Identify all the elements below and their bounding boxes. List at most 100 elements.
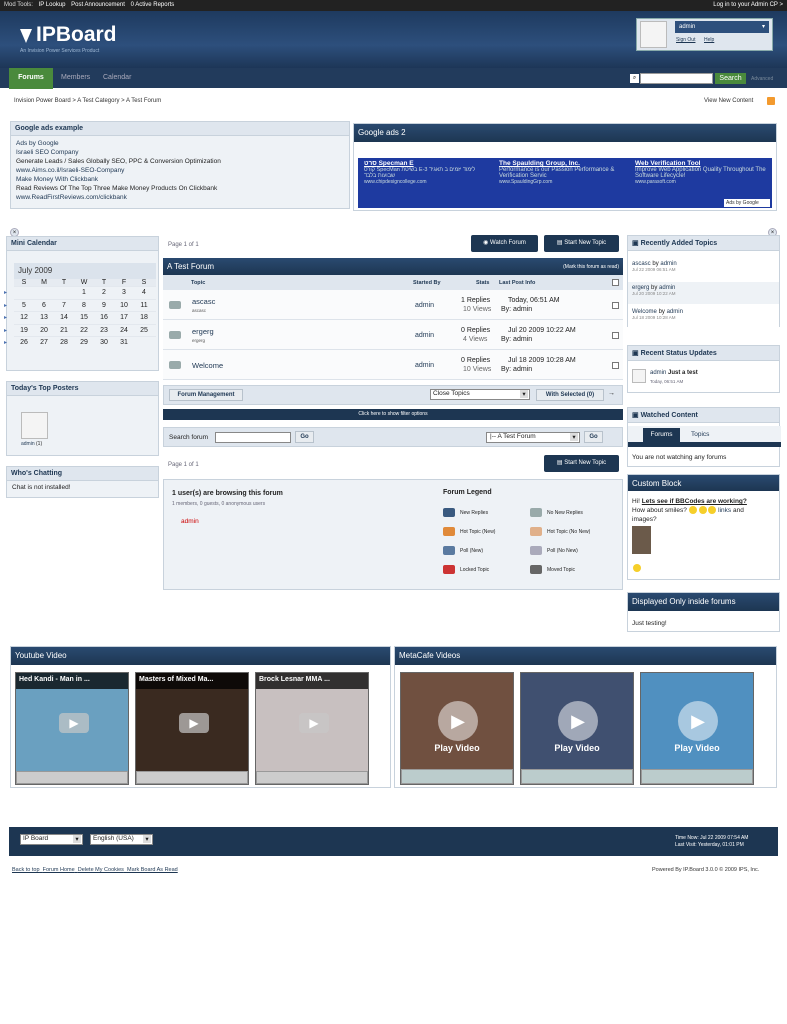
moderation-select[interactable]: Close Topics ▾ [430, 389, 530, 400]
tab-calendar[interactable]: Calendar [97, 68, 137, 88]
calendar-day[interactable]: 18 [134, 312, 154, 324]
calendar-day[interactable]: 9 [94, 300, 114, 312]
filter-toggle[interactable]: Click here to show filter options [163, 409, 623, 420]
week-arrow-icon[interactable]: ▸ [4, 300, 7, 313]
last-post-date[interactable]: Jul 18 2009 10:28 AM [508, 357, 576, 364]
skin-select[interactable]: IP Board ▾ [20, 834, 83, 845]
video-controls[interactable] [136, 771, 248, 784]
topic-checkbox[interactable] [612, 302, 619, 309]
status-user[interactable]: admin [650, 370, 666, 376]
ads-by-google[interactable]: Ads by Google [724, 199, 770, 207]
calendar-day[interactable]: 11 [134, 300, 154, 312]
calendar-day[interactable]: 15 [74, 312, 94, 324]
video-player[interactable]: Brock Lesnar MMA ... ▶ [255, 672, 369, 785]
last-post-author[interactable]: By: admin [501, 336, 532, 343]
post-announcement-link[interactable]: Post Announcement [71, 2, 125, 8]
ad-url[interactable]: www.SpauldingGrp.com [499, 179, 629, 185]
calendar-day[interactable]: 2 [94, 287, 114, 299]
select-all-checkbox[interactable] [612, 279, 619, 286]
view-new-content-link[interactable]: View New Content [704, 98, 753, 104]
search-go-button[interactable]: Go [295, 431, 314, 443]
topic-checkbox[interactable] [612, 332, 619, 339]
last-post-author[interactable]: By: admin [501, 366, 532, 373]
calendar-day[interactable]: 17 [114, 312, 134, 324]
ip-lookup-link[interactable]: IP Lookup [39, 2, 66, 8]
table-row[interactable]: ascasc ascasc admin 1 Replies 10 Views Today,… [163, 290, 623, 320]
calendar-day[interactable]: 29 [74, 337, 94, 349]
browsing-user[interactable]: admin [181, 518, 199, 525]
custom-links-link[interactable]: links [718, 507, 731, 514]
tab-topics[interactable]: Topics [691, 431, 709, 438]
video-controls[interactable] [641, 769, 753, 784]
site-logo[interactable]: IPBoard [36, 23, 117, 47]
advanced-search-link[interactable]: Advanced [751, 76, 773, 82]
breadcrumb-item[interactable]: A Test Forum [126, 98, 161, 104]
calendar-month[interactable]: July 2009 [14, 263, 156, 279]
rss-icon[interactable] [767, 97, 775, 105]
jump-go-button[interactable]: Go [584, 431, 603, 443]
play-icon[interactable]: ▶ [678, 701, 718, 741]
calendar-day[interactable]: 8 [74, 300, 94, 312]
ad-title[interactable]: Web Verification Tool [635, 160, 767, 167]
video-controls[interactable] [401, 769, 513, 784]
search-button[interactable]: Search [715, 73, 746, 84]
week-arrow-icon[interactable]: ▸ [4, 325, 7, 338]
status-avatar[interactable] [632, 369, 646, 383]
custom-bbcode-link[interactable]: Lets see if BBCodes are working? [642, 498, 747, 505]
ad-url[interactable]: www.Aims.co.il/Israeli-SEO-Company [16, 166, 344, 175]
forum-home-link[interactable]: Forum Home [43, 867, 75, 873]
admin-cp-link[interactable]: Log in to your Admin CP > [713, 0, 783, 11]
video-controls[interactable] [256, 771, 368, 784]
list-item[interactable]: Welcome by admin Jul 18 2009 10:28 AM [628, 306, 779, 328]
topic-starter[interactable]: admin [415, 332, 434, 339]
help-link[interactable]: Help [704, 37, 714, 43]
calendar-day[interactable]: 21 [54, 325, 74, 337]
topic-title-link[interactable]: ergerg [192, 327, 214, 336]
arrow-right-icon[interactable]: → [608, 390, 615, 397]
video-player[interactable]: ▶ Play Video [640, 672, 754, 785]
calendar-day[interactable]: 3 [114, 287, 134, 299]
poster-name[interactable]: admin [21, 441, 35, 447]
calendar-day[interactable] [34, 287, 54, 299]
ad-title[interactable]: The Spaulding Group, Inc. [499, 160, 629, 167]
watch-forum-button[interactable]: ◉ Watch Forum [471, 235, 538, 252]
user-menu[interactable]: admin ▾ [675, 21, 769, 33]
ad-title[interactable]: Israeli SEO Company [16, 148, 344, 157]
calendar-day[interactable]: 26 [14, 337, 34, 349]
topic-starter[interactable]: admin [415, 302, 434, 309]
poster-avatar[interactable] [21, 412, 48, 439]
calendar-day[interactable]: 7 [54, 300, 74, 312]
calendar-day[interactable]: 25 [134, 325, 154, 337]
breadcrumb-item[interactable]: A Test Category [77, 98, 119, 104]
calendar-day[interactable]: 5 [14, 300, 34, 312]
last-post-author[interactable]: By: admin [501, 306, 532, 313]
video-player[interactable]: ▶ Play Video [400, 672, 514, 785]
tab-members[interactable]: Members [55, 68, 96, 88]
user-avatar[interactable] [640, 21, 667, 48]
sign-out-link[interactable]: Sign Out [676, 37, 695, 43]
ad-url[interactable]: www.chipdesigncollege.com [364, 179, 494, 185]
play-video-label[interactable]: Play Video [521, 743, 633, 753]
calendar-day[interactable]: 22 [74, 325, 94, 337]
language-select[interactable]: English (USA) ▾ [90, 834, 153, 845]
last-post-date[interactable]: Jul 20 2009 10:22 AM [508, 327, 576, 334]
topic-title-link[interactable]: Welcome [192, 361, 223, 370]
week-arrow-icon[interactable]: ▸ [4, 337, 7, 350]
video-player[interactable]: ▶ Play Video [520, 672, 634, 785]
calendar-day[interactable]: 23 [94, 325, 114, 337]
calendar-day[interactable]: 10 [114, 300, 134, 312]
play-video-label[interactable]: Play Video [641, 743, 753, 753]
play-icon[interactable]: ▶ [179, 713, 209, 733]
calendar-day[interactable]: 1 [74, 287, 94, 299]
topic-checkbox[interactable] [612, 362, 619, 369]
week-arrow-icon[interactable]: ▸ [4, 312, 7, 325]
calendar-day[interactable]: 31 [114, 337, 134, 349]
mark-read-link[interactable]: (Mark this forum as read) [563, 264, 619, 270]
start-new-topic-button[interactable]: ▤ Start New Topic [544, 235, 619, 252]
calendar-day[interactable]: 4 [134, 287, 154, 299]
calendar-day[interactable]: 6 [34, 300, 54, 312]
video-player[interactable]: Masters of Mixed Ma... ▶ [135, 672, 249, 785]
ad-title[interactable]: Make Money With Clickbank [16, 175, 344, 184]
video-controls[interactable] [16, 771, 128, 784]
list-item[interactable]: ascasc by admin Jul 22 2009 06:51 AM [628, 258, 779, 280]
